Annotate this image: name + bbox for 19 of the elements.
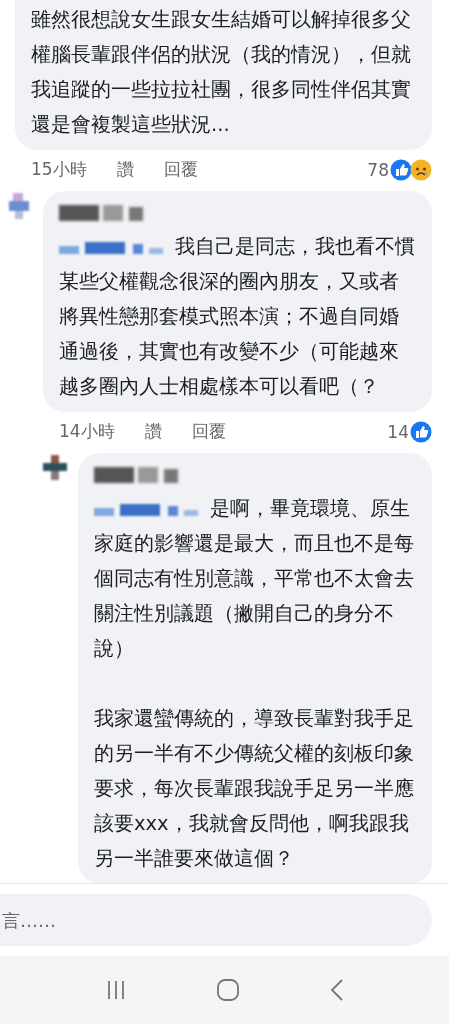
comment-time: 14小時: [59, 420, 115, 443]
like-reaction-icon: [410, 420, 432, 443]
sad-reaction-icon: [410, 158, 432, 181]
comment-text: 我家還蠻傳統的，導致長輩對我手足的另一半有不少傳統父權的刻板印象要求，每次長輩跟我說手足另一半應該要xxx，我就會反問他，啊我跟我另一半誰要來做這個？: [94, 706, 415, 872]
reaction-count[interactable]: 14: [387, 421, 409, 442]
like-link[interactable]: 讚: [144, 420, 162, 443]
comment-text: 是啊，畢竟環境、原生家庭的影響還是最大，而且也不是每個同志有性別意識，平常也不太會去關注性別議題（撇開自己的身分不說）: [94, 496, 415, 662]
reply-link[interactable]: 回覆: [191, 420, 226, 443]
reply-link[interactable]: 回覆: [163, 158, 198, 181]
comment-text: 我自己是同志，我也看不慣某些父權觀念很深的圈內朋友，又或者將異性戀那套模式照本演；不過自同婚通過後，其實也有改變不少（可能越來越多圈內人士相處樣本可以看吧（？: [59, 234, 416, 400]
avatar-icon[interactable]: [40, 453, 70, 483]
home-icon[interactable]: [216, 978, 241, 1002]
back-icon[interactable]: [328, 978, 345, 1002]
comment-time: 15小時: [31, 158, 87, 181]
comment-text: 雖然很想說女生跟女生結婚可以解掉很多父權腦長輩跟伴侶的狀況（我的情況），但就我追蹤的一些拉拉社團，很多同性伴侶其實還是會複製這些狀況...: [31, 7, 412, 138]
reaction-count[interactable]: 78: [367, 159, 389, 180]
like-link[interactable]: 讚: [116, 158, 134, 181]
like-reaction-icon: [390, 158, 412, 181]
comment-input[interactable]: 言……: [0, 894, 432, 946]
